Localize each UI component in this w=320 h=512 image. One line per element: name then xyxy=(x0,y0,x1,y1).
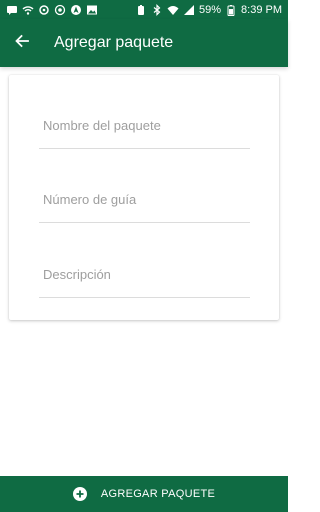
wifi-icon xyxy=(22,4,34,16)
battery-icon xyxy=(225,4,237,16)
battery-saver-icon xyxy=(135,4,147,16)
tracking-number-field-container xyxy=(39,183,250,223)
message-icon xyxy=(6,4,18,16)
wifi-icon xyxy=(167,4,179,16)
add-package-button[interactable]: AGREGAR PAQUETE xyxy=(0,476,288,512)
gear-icon xyxy=(38,4,50,16)
signal-icon xyxy=(183,4,195,16)
page-title: Agregar paquete xyxy=(54,34,174,51)
tracking-number-input[interactable] xyxy=(39,183,250,223)
description-input[interactable] xyxy=(39,258,250,298)
package-name-input[interactable] xyxy=(39,109,250,149)
app-bar: Agregar paquete xyxy=(0,19,288,67)
status-bar: 59% 8:39 PM xyxy=(0,0,288,19)
clock: 8:39 PM xyxy=(241,3,282,16)
image-icon xyxy=(86,4,98,16)
status-bar-left-icons xyxy=(6,4,98,16)
bluetooth-icon xyxy=(151,3,163,16)
battery-percent: 59% xyxy=(199,3,222,16)
target-icon xyxy=(54,4,66,16)
app-root: 59% 8:39 PM Agregar paquete Nombre del p… xyxy=(0,0,288,512)
add-package-button-label: AGREGAR PAQUETE xyxy=(100,488,216,500)
status-bar-right-icons: 59% 8:39 PM xyxy=(135,4,282,16)
arrow-back-icon xyxy=(14,33,30,54)
package-name-field-container xyxy=(39,109,250,149)
package-form-card xyxy=(9,75,279,320)
description-field-container xyxy=(39,258,250,298)
back-button[interactable] xyxy=(0,19,44,67)
navigation-icon xyxy=(70,4,82,16)
add-circle-icon xyxy=(72,487,87,501)
